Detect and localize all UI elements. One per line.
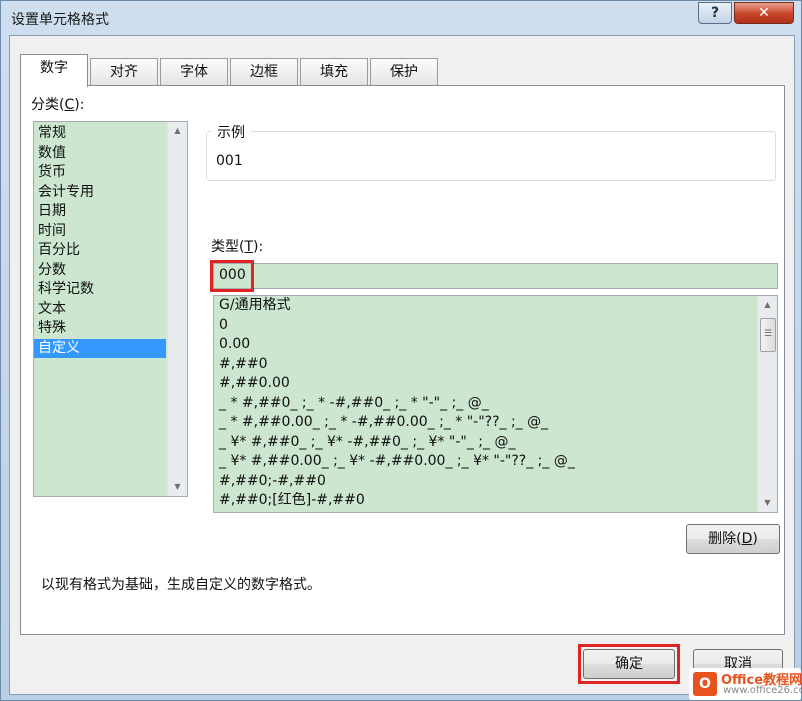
- type-label: 类型(T):: [211, 239, 264, 255]
- category-item-scientific[interactable]: 科学记数: [34, 280, 166, 300]
- ok-button[interactable]: 确定: [583, 649, 675, 679]
- format-code-list[interactable]: G/通用格式 0 0.00 #,##0 #,##0.00 _ * #,##0_ …: [213, 295, 778, 513]
- format-item[interactable]: 0: [214, 316, 759, 336]
- dialog-title: 设置单元格格式: [11, 12, 109, 28]
- category-item-general[interactable]: 常规: [34, 124, 166, 144]
- format-item[interactable]: _ * #,##0_ ;_ * -#,##0_ ;_ * "-"_ ;_ @_: [214, 394, 759, 414]
- category-scrollbar[interactable]: ▲ ▼: [167, 122, 187, 496]
- category-item-accounting[interactable]: 会计专用: [34, 183, 166, 203]
- type-input[interactable]: 000: [213, 263, 778, 289]
- description-text: 以现有格式为基础，生成自定义的数字格式。: [41, 577, 321, 593]
- help-button[interactable]: ?: [698, 2, 732, 24]
- format-item[interactable]: #,##0;-#,##0: [214, 472, 759, 492]
- format-item[interactable]: 0.00: [214, 335, 759, 355]
- format-item[interactable]: G/通用格式: [214, 296, 759, 316]
- format-scrollbar[interactable]: ▲ ☰ ▼: [757, 296, 777, 512]
- tab-alignment[interactable]: 对齐: [90, 58, 158, 86]
- category-item-custom[interactable]: 自定义: [34, 338, 166, 358]
- tab-font[interactable]: 字体: [160, 58, 228, 86]
- sample-group: [206, 131, 776, 181]
- watermark-url: www.office26.com: [723, 685, 802, 696]
- tab-protection[interactable]: 保护: [370, 58, 438, 86]
- category-label: 分类(C):: [31, 97, 85, 113]
- format-item[interactable]: _ ¥* #,##0_ ;_ ¥* -#,##0_ ;_ ¥* "-"_ ;_ …: [214, 433, 759, 453]
- office-logo-icon: O: [693, 672, 717, 696]
- category-item-special[interactable]: 特殊: [34, 319, 166, 339]
- format-item[interactable]: _ * #,##0.00_ ;_ * -#,##0.00_ ;_ * "-"??…: [214, 413, 759, 433]
- format-cells-dialog: 设置单元格格式 ? ✕ 数字 对齐 字体 边框 填充 保护 分类(C): 常规 …: [0, 0, 802, 701]
- format-item[interactable]: #,##0;[红色]-#,##0: [214, 491, 759, 511]
- site-watermark: O Office教程网 www.office26.com: [689, 668, 802, 700]
- format-item[interactable]: #,##0: [214, 355, 759, 375]
- category-list[interactable]: 常规 数值 货币 会计专用 日期 时间 百分比 分数 科学记数 文本 特殊 自定…: [33, 121, 188, 497]
- tab-fill[interactable]: 填充: [300, 58, 368, 86]
- scroll-up-arrow-icon[interactable]: ▲: [758, 296, 777, 314]
- tab-border[interactable]: 边框: [230, 58, 298, 86]
- tab-number[interactable]: 数字: [20, 54, 88, 87]
- scroll-down-arrow-icon[interactable]: ▼: [758, 494, 777, 512]
- category-item-date[interactable]: 日期: [34, 202, 166, 222]
- type-input-value: 000: [219, 267, 246, 283]
- title-bar[interactable]: 设置单元格格式 ? ✕: [1, 1, 801, 35]
- sample-caption: 示例: [211, 122, 251, 142]
- close-button[interactable]: ✕: [734, 2, 794, 24]
- sample-value: 001: [216, 153, 243, 169]
- format-item[interactable]: #,##0.00: [214, 374, 759, 394]
- category-item-text[interactable]: 文本: [34, 300, 166, 320]
- dialog-body: 数字 对齐 字体 边框 填充 保护 分类(C): 常规 数值 货币 会计专用 日…: [9, 35, 795, 695]
- number-tab-panel: 分类(C): 常规 数值 货币 会计专用 日期 时间 百分比 分数 科学记数 文…: [20, 85, 785, 635]
- scroll-up-arrow-icon[interactable]: ▲: [168, 122, 187, 140]
- scroll-down-arrow-icon[interactable]: ▼: [168, 478, 187, 496]
- scroll-thumb-grip-icon[interactable]: ☰: [760, 318, 776, 352]
- category-item-time[interactable]: 时间: [34, 222, 166, 242]
- format-item[interactable]: _ ¥* #,##0.00_ ;_ ¥* -#,##0.00_ ;_ ¥* "-…: [214, 452, 759, 472]
- category-item-percentage[interactable]: 百分比: [34, 241, 166, 261]
- category-item-fraction[interactable]: 分数: [34, 261, 166, 281]
- category-item-currency[interactable]: 货币: [34, 163, 166, 183]
- category-item-number[interactable]: 数值: [34, 144, 166, 164]
- delete-button[interactable]: 删除(D): [686, 524, 780, 554]
